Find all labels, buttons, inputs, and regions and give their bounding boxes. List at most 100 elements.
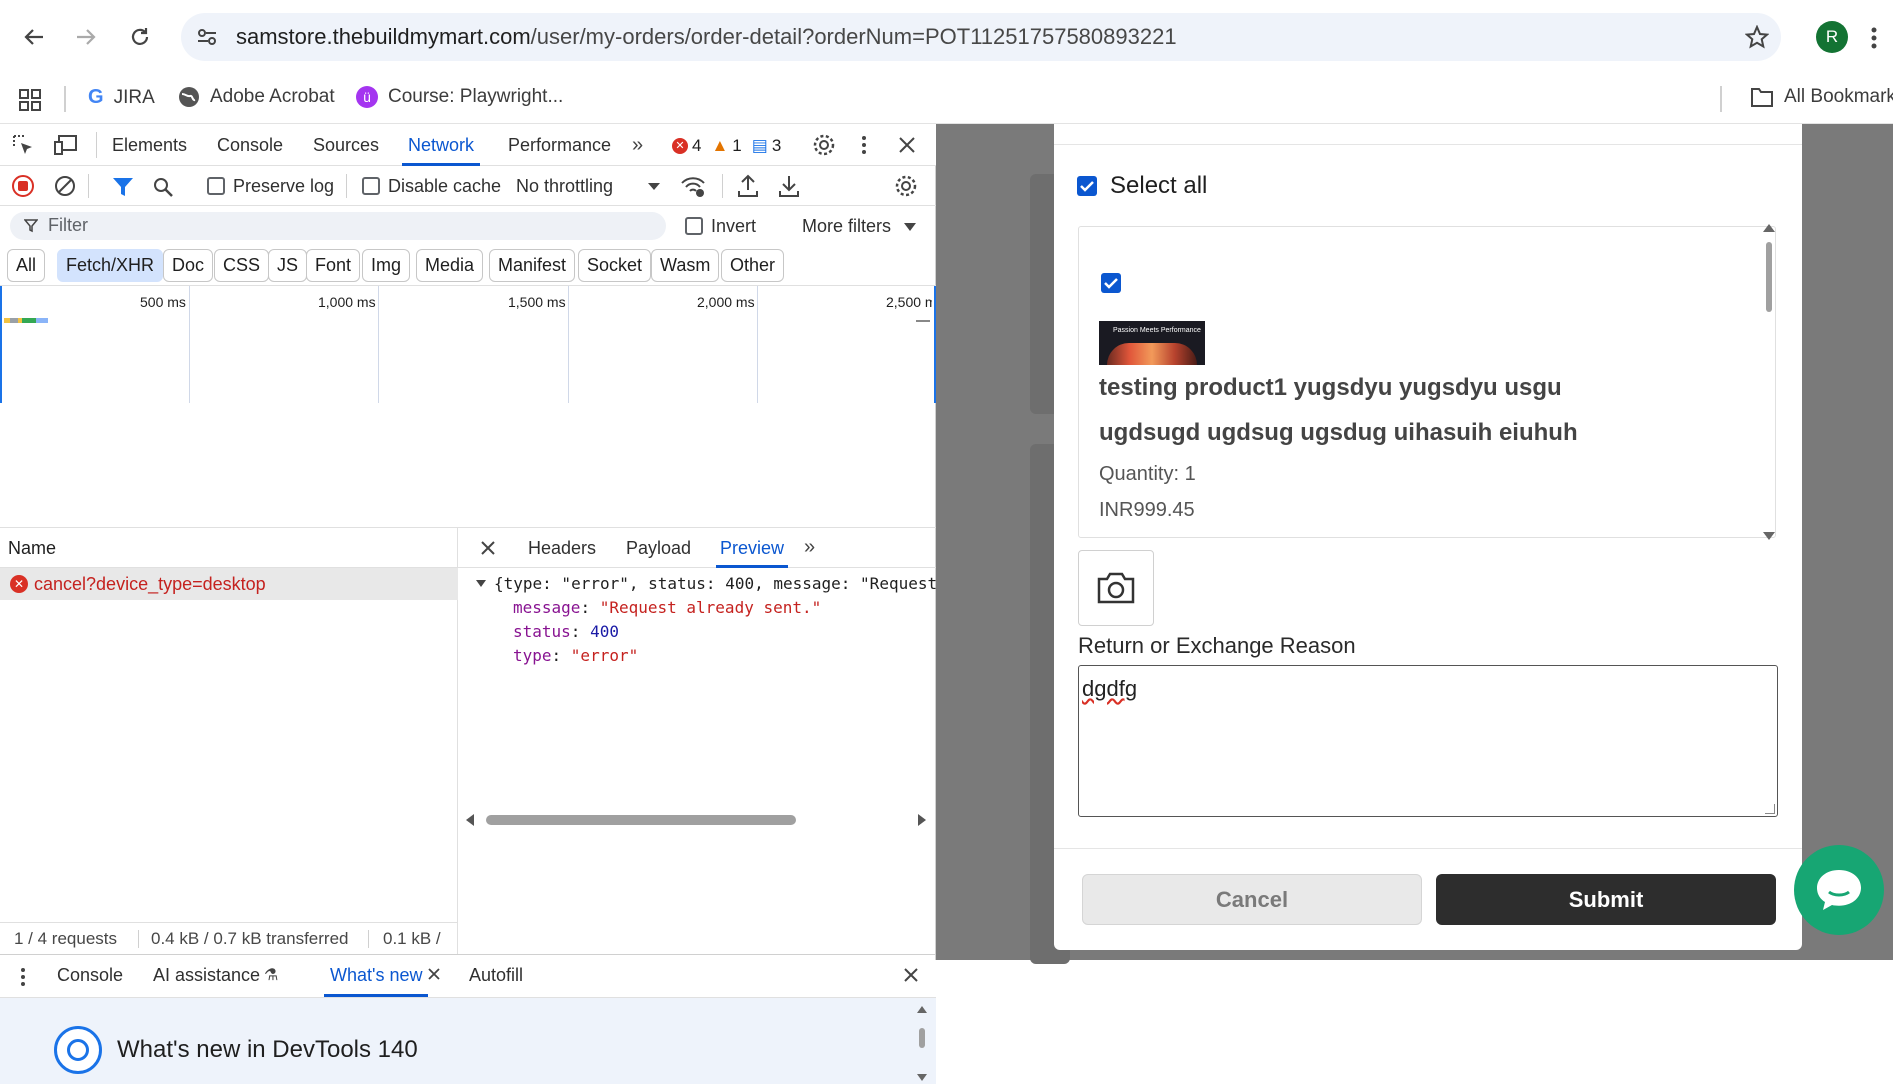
hscroll-thumb[interactable]: [486, 815, 796, 825]
chat-widget-button[interactable]: [1794, 845, 1884, 935]
more-detail-tabs-icon[interactable]: »: [804, 536, 815, 559]
filter-chip-media[interactable]: Media: [416, 249, 484, 282]
close-devtools-icon[interactable]: [898, 136, 916, 154]
filter-input[interactable]: Filter: [10, 212, 666, 240]
disable-cache-checkbox[interactable]: [362, 177, 380, 195]
tab-payload[interactable]: Payload: [626, 528, 691, 568]
hscroll-right-icon[interactable]: [918, 814, 926, 826]
timeline-left-handle[interactable]: [0, 286, 2, 403]
product-checkbox[interactable]: [1101, 273, 1121, 293]
filter-chip-font[interactable]: Font: [306, 249, 361, 282]
throttling-dropdown-icon[interactable]: [648, 183, 660, 190]
close-whats-new-icon[interactable]: [427, 967, 441, 981]
drawer-tab-autofill[interactable]: Autofill: [469, 955, 523, 997]
tab-console[interactable]: Console: [217, 124, 283, 166]
bookmark-star-icon[interactable]: [1745, 25, 1769, 49]
drawer-menu-icon[interactable]: [20, 967, 26, 987]
network-conditions-icon[interactable]: [680, 174, 706, 198]
tab-sources[interactable]: Sources: [313, 124, 379, 166]
drawer-tab-ai-assistance[interactable]: AI assistance: [153, 955, 260, 997]
product-list-scrollbar[interactable]: [1760, 222, 1778, 542]
tab-preview[interactable]: Preview: [715, 528, 789, 568]
cancel-button[interactable]: Cancel: [1082, 874, 1422, 925]
filter-funnel-icon[interactable]: [112, 176, 134, 198]
network-timeline-overview[interactable]: 500 ms 1,000 ms 1,500 ms 2,000 ms 2,500 …: [0, 286, 936, 528]
timeline-bar-queue: [10, 318, 18, 323]
all-bookmarks[interactable]: All Bookmarks: [1750, 86, 1893, 108]
return-exchange-modal: Select all Passion Meets Performance tes…: [1054, 124, 1802, 950]
json-key: type: [513, 646, 552, 665]
bookmark-jira[interactable]: G JIRA: [88, 86, 155, 109]
name-column-header[interactable]: Name: [0, 528, 458, 568]
settings-gear-icon[interactable]: [812, 133, 836, 157]
filter-chip-wasm[interactable]: Wasm: [651, 249, 720, 282]
customize-menu-icon[interactable]: [861, 135, 867, 155]
close-drawer-icon[interactable]: [903, 967, 919, 983]
filter-chip-img[interactable]: Img: [362, 249, 411, 282]
drawer-scrollbar[interactable]: [916, 1004, 928, 1084]
invert-checkbox[interactable]: [685, 217, 703, 235]
timeline-gridline: [189, 286, 190, 403]
arrow-left-icon: [24, 29, 43, 45]
clear-icon[interactable]: [54, 175, 76, 197]
filter-chip-doc[interactable]: Doc: [163, 249, 214, 282]
bookmark-course-playwright[interactable]: ü Course: Playwright...: [356, 86, 563, 108]
issues-counter[interactable]: ✕ 4 ▲ 1 ▤ 3: [672, 136, 781, 156]
reload-icon: [131, 28, 149, 45]
timeline-gridline: [568, 286, 569, 403]
forward-button[interactable]: [66, 17, 106, 57]
filter-chip-socket[interactable]: Socket: [578, 249, 652, 282]
resize-handle[interactable]: [1765, 804, 1775, 814]
more-filters-button[interactable]: More filters: [802, 216, 891, 237]
back-button[interactable]: [14, 17, 54, 57]
drawer-tab-whats-new[interactable]: What's new: [323, 955, 430, 997]
filter-icon: [24, 219, 38, 233]
product-price: INR999.45: [1099, 499, 1195, 521]
submit-button[interactable]: Submit: [1436, 874, 1776, 925]
more-filters-dropdown-icon[interactable]: [904, 223, 916, 231]
hscroll-left-icon[interactable]: [466, 814, 474, 826]
apps-grid-icon[interactable]: [18, 88, 42, 112]
preserve-log-checkbox[interactable]: [207, 177, 225, 195]
tab-network[interactable]: Network: [401, 124, 481, 166]
inspect-element-icon[interactable]: [12, 134, 34, 156]
close-detail-icon[interactable]: [480, 540, 496, 556]
upload-photo-button[interactable]: [1078, 550, 1154, 626]
record-stop-icon[interactable]: [12, 175, 34, 197]
product-image: Passion Meets Performance: [1099, 321, 1205, 365]
site-info-icon[interactable]: [196, 26, 218, 48]
filter-chip-fetch-xhr[interactable]: Fetch/XHR: [57, 249, 164, 282]
export-har-icon[interactable]: [778, 174, 800, 198]
expand-triangle-icon[interactable]: [476, 580, 486, 587]
kebab-menu-icon[interactable]: [1870, 26, 1878, 50]
throttling-select[interactable]: No throttling: [516, 176, 613, 197]
more-tabs-icon[interactable]: »: [632, 134, 643, 157]
timeline-right-handle[interactable]: [934, 286, 936, 403]
filter-chip-manifest[interactable]: Manifest: [489, 249, 576, 282]
tab-performance[interactable]: Performance: [508, 124, 611, 166]
tab-elements[interactable]: Elements: [112, 124, 187, 166]
error-icon: ✕: [672, 138, 688, 154]
reload-button[interactable]: [120, 17, 160, 57]
product-list[interactable]: Passion Meets Performance testing produc…: [1078, 226, 1776, 538]
bookmark-label: Adobe Acrobat: [210, 86, 335, 107]
select-all-checkbox[interactable]: [1077, 176, 1097, 196]
reason-textarea[interactable]: dgdfg: [1078, 665, 1778, 817]
url-text[interactable]: samstore.thebuildmymart.com/user/my-orde…: [236, 24, 1177, 50]
bookmark-adobe-acrobat[interactable]: Adobe Acrobat: [178, 86, 335, 108]
profile-avatar[interactable]: R: [1816, 21, 1848, 53]
request-detail-tabs: Headers Payload Preview »: [458, 528, 936, 568]
drawer-tab-console[interactable]: Console: [57, 955, 123, 997]
network-settings-gear-icon[interactable]: [894, 174, 918, 198]
json-string-value: "Request already sent.": [599, 598, 822, 617]
network-toolbar: Preserve log Disable cache No throttling: [0, 166, 936, 206]
device-toolbar-icon[interactable]: [54, 134, 78, 156]
filter-chip-other[interactable]: Other: [721, 249, 785, 282]
request-row[interactable]: ✕ cancel?device_type=desktop: [0, 568, 458, 600]
search-icon[interactable]: [152, 176, 174, 198]
filter-chip-js[interactable]: JS: [268, 249, 308, 282]
import-har-icon[interactable]: [737, 174, 759, 198]
filter-chip-all[interactable]: All: [7, 249, 46, 282]
tab-headers[interactable]: Headers: [528, 528, 596, 568]
filter-chip-css[interactable]: CSS: [214, 249, 270, 282]
